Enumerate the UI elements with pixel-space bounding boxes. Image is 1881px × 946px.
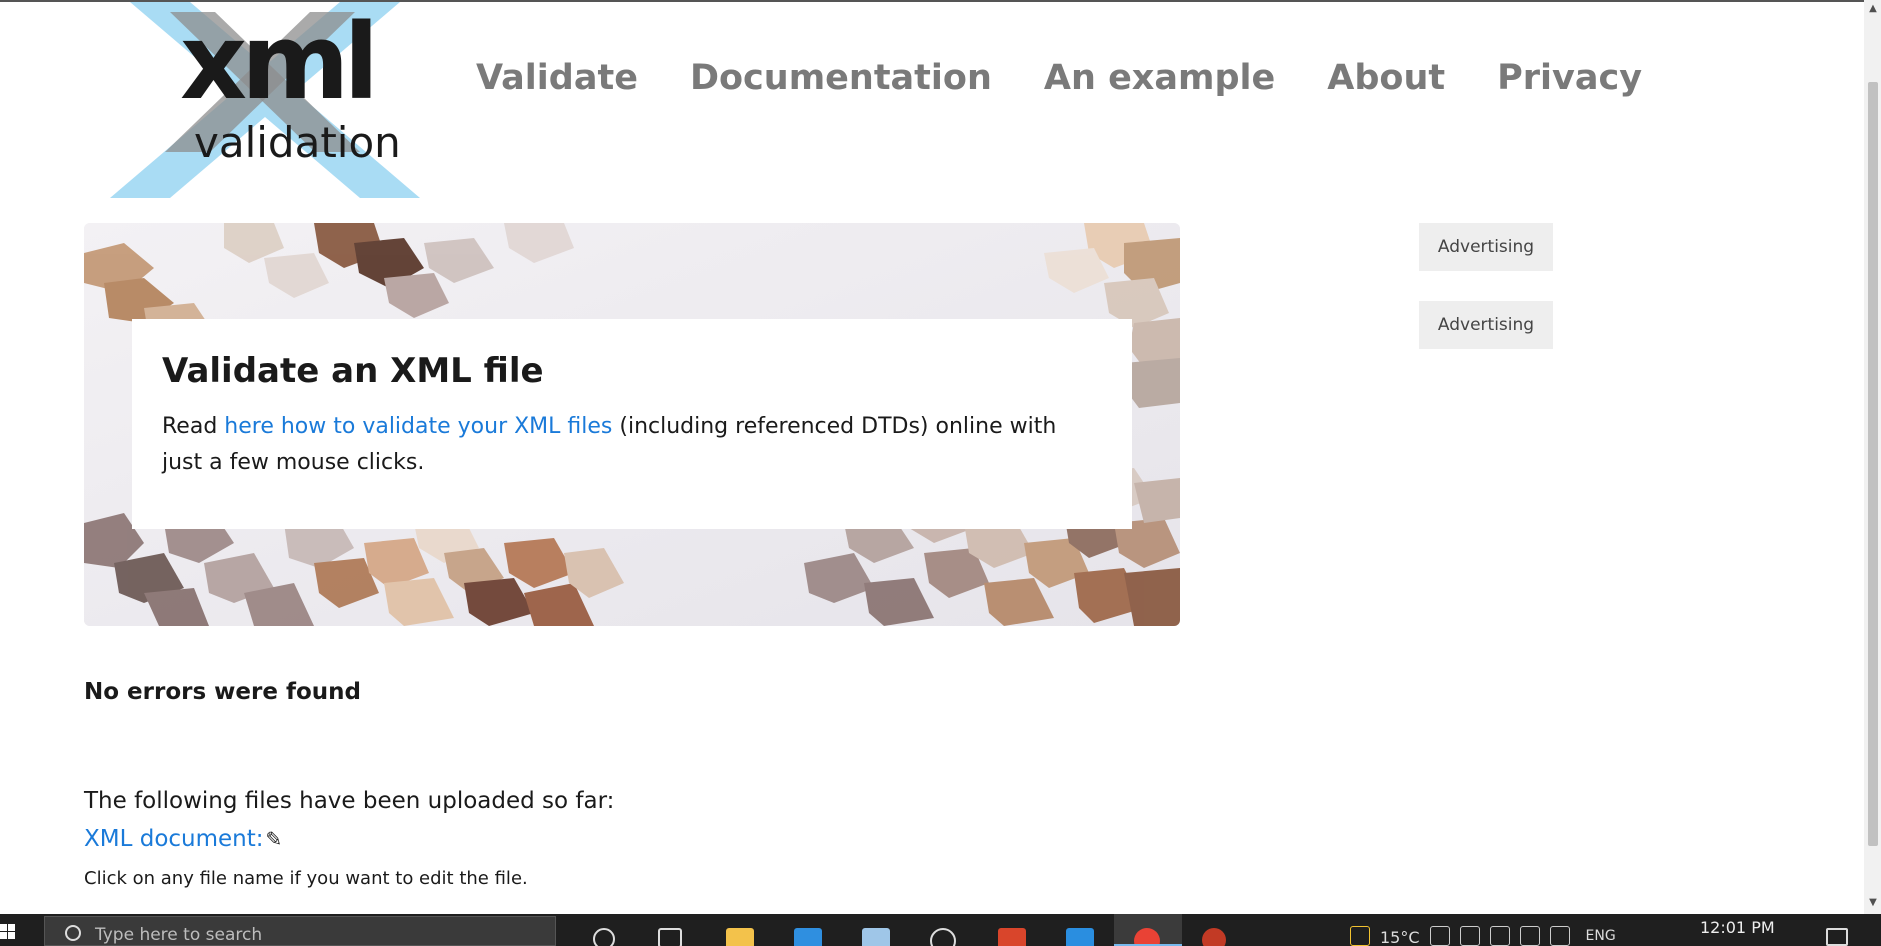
office-icon[interactable] xyxy=(978,914,1046,946)
hero-text: Read here how to validate your XML files… xyxy=(162,409,1102,481)
uploaded-file-label: XML document: xyxy=(84,826,264,852)
mail-icon[interactable] xyxy=(774,914,842,946)
notifications-icon[interactable] xyxy=(1826,928,1848,946)
wifi-icon[interactable] xyxy=(1519,926,1540,946)
windows-taskbar: Type here to search 15°C ENG 12:01 PM xyxy=(0,914,1881,946)
app-icon-red[interactable] xyxy=(1182,914,1250,946)
taskbar-search-placeholder: Type here to search xyxy=(95,925,263,945)
nav-about[interactable]: About xyxy=(1327,58,1445,98)
network-icon[interactable] xyxy=(1459,926,1480,946)
advertising-slot-2[interactable]: Advertising xyxy=(1419,301,1553,349)
hero-title: Validate an XML file xyxy=(162,351,544,391)
nav-an-example[interactable]: An example xyxy=(1044,58,1275,98)
search-icon xyxy=(65,925,81,941)
weather-temperature[interactable]: 15°C xyxy=(1380,914,1420,946)
uploaded-file-link[interactable]: XML document: ✎ xyxy=(84,826,282,852)
dell-icon[interactable] xyxy=(910,914,978,946)
main-nav: Validate Documentation An example About … xyxy=(476,58,1642,98)
logo-text-sub: validation xyxy=(194,118,401,167)
task-view-icon[interactable] xyxy=(638,914,706,946)
hero-banner: Validate an XML file Read here how to va… xyxy=(84,223,1180,626)
vscode-icon[interactable] xyxy=(1046,914,1114,946)
taskbar-clock[interactable]: 12:01 PM xyxy=(1700,918,1775,937)
nav-documentation[interactable]: Documentation xyxy=(690,58,992,98)
notepad-icon[interactable] xyxy=(842,914,910,946)
nav-privacy[interactable]: Privacy xyxy=(1497,58,1642,98)
hero-card: Validate an XML file Read here how to va… xyxy=(132,319,1132,529)
cortana-icon[interactable] xyxy=(570,914,638,946)
advertising-slot-1[interactable]: Advertising xyxy=(1419,223,1553,271)
pencil-icon: ✎ xyxy=(265,827,283,851)
scroll-down-arrow-icon[interactable]: ▼ xyxy=(1866,896,1880,910)
edit-hint: Click on any file name if you want to ed… xyxy=(84,868,528,889)
file-explorer-icon[interactable] xyxy=(706,914,774,946)
uploaded-files-intro: The following files have been uploaded s… xyxy=(84,788,615,814)
weather-icon[interactable] xyxy=(1350,926,1370,946)
chevron-up-icon[interactable] xyxy=(1429,926,1450,946)
logo-text-main: xml xyxy=(180,1,379,123)
volume-icon[interactable] xyxy=(1549,926,1570,946)
taskbar-search-box[interactable]: Type here to search xyxy=(44,916,556,946)
hero-help-link[interactable]: here how to validate your XML files xyxy=(224,414,612,439)
scroll-up-arrow-icon[interactable]: ▲ xyxy=(1866,2,1880,16)
nav-validate[interactable]: Validate xyxy=(476,58,638,98)
validation-result-heading: No errors were found xyxy=(84,679,361,705)
site-logo[interactable]: xml validation xyxy=(110,2,420,198)
battery-icon[interactable] xyxy=(1489,926,1510,946)
hero-text-before: Read xyxy=(162,414,225,439)
chrome-icon[interactable] xyxy=(1114,914,1182,946)
windows-start-icon[interactable] xyxy=(0,922,16,946)
scrollbar-thumb[interactable] xyxy=(1868,82,1878,846)
taskbar-apps xyxy=(570,914,1250,946)
system-tray: 15°C ENG xyxy=(1340,914,1616,946)
language-indicator[interactable]: ENG xyxy=(1586,914,1616,944)
